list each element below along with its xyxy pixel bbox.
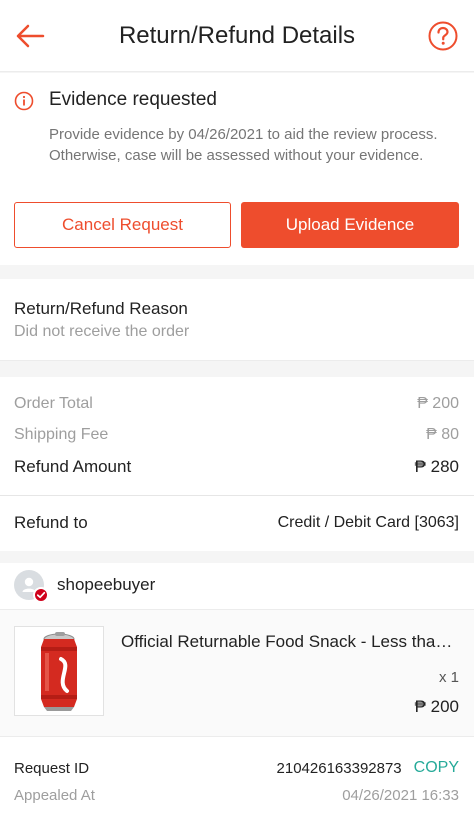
refund-to-label: Refund to bbox=[14, 513, 88, 532]
product-name: Official Returnable Food Snack - Less th… bbox=[121, 632, 461, 651]
help-circle-icon[interactable] bbox=[428, 21, 458, 51]
verified-check-icon bbox=[33, 587, 49, 603]
shop-name: shopeebuyer bbox=[57, 575, 156, 594]
order-total-label: Order Total bbox=[14, 395, 93, 412]
shop-header[interactable]: shopeebuyer bbox=[0, 563, 474, 609]
evidence-description: Provide evidence by 04/26/2021 to aid th… bbox=[49, 126, 438, 164]
request-meta-section: Request ID 210426163392873 COPY Appealed… bbox=[0, 737, 474, 820]
order-total-value: ₱ 200 bbox=[417, 395, 459, 412]
cancel-request-button[interactable]: Cancel Request bbox=[14, 202, 231, 248]
request-id-value: 210426163392873 bbox=[276, 759, 402, 777]
reason-label: Return/Refund Reason bbox=[14, 299, 188, 318]
product-thumbnail bbox=[14, 626, 104, 716]
return-reason-section: Return/Refund Reason Did not receive the… bbox=[0, 279, 474, 361]
shipping-fee-label: Shipping Fee bbox=[14, 426, 109, 443]
info-icon bbox=[14, 91, 34, 111]
refund-amount-label: Refund Amount bbox=[14, 457, 132, 476]
shipping-fee-value: ₱ 80 bbox=[426, 426, 459, 443]
avatar bbox=[14, 570, 49, 603]
soda-can-icon bbox=[41, 632, 77, 711]
top-bar: Return/Refund Details bbox=[0, 0, 474, 72]
refund-amounts-section: Order Total ₱ 200 Shipping Fee ₱ 80 Refu… bbox=[0, 377, 474, 551]
product-quantity: x 1 bbox=[438, 669, 459, 686]
refund-amount-row: Refund Amount ₱ 280 bbox=[14, 457, 459, 477]
refund-amount-value: ₱ 280 bbox=[414, 457, 459, 476]
product-price: ₱ 200 bbox=[414, 697, 459, 716]
request-id-label: Request ID bbox=[14, 759, 90, 777]
refund-to-row: Refund to Credit / Debit Card [3063] bbox=[14, 513, 459, 533]
product-item[interactable]: Official Returnable Food Snack - Less th… bbox=[0, 609, 474, 737]
appealed-at-row: Appealed At 04/26/2021 16:33 bbox=[14, 787, 459, 804]
divider bbox=[0, 495, 474, 496]
order-total-row: Order Total ₱ 200 bbox=[14, 395, 459, 413]
shipping-fee-row: Shipping Fee ₱ 80 bbox=[14, 426, 459, 444]
evidence-heading: Evidence requested bbox=[49, 89, 217, 110]
upload-evidence-button[interactable]: Upload Evidence bbox=[241, 202, 459, 248]
copy-button[interactable]: COPY bbox=[414, 759, 459, 777]
appealed-at-label: Appealed At bbox=[14, 787, 95, 804]
evidence-request-card: Evidence requested Provide evidence by 0… bbox=[0, 73, 474, 265]
appealed-at-value: 04/26/2021 16:33 bbox=[342, 787, 459, 804]
request-id-group: 210426163392873 COPY bbox=[277, 759, 459, 777]
reason-value: Did not receive the order bbox=[14, 323, 190, 340]
request-id-row: Request ID 210426163392873 COPY bbox=[14, 759, 459, 777]
refund-to-value: Credit / Debit Card [3063] bbox=[277, 514, 459, 531]
page-title: Return/Refund Details bbox=[118, 22, 356, 49]
